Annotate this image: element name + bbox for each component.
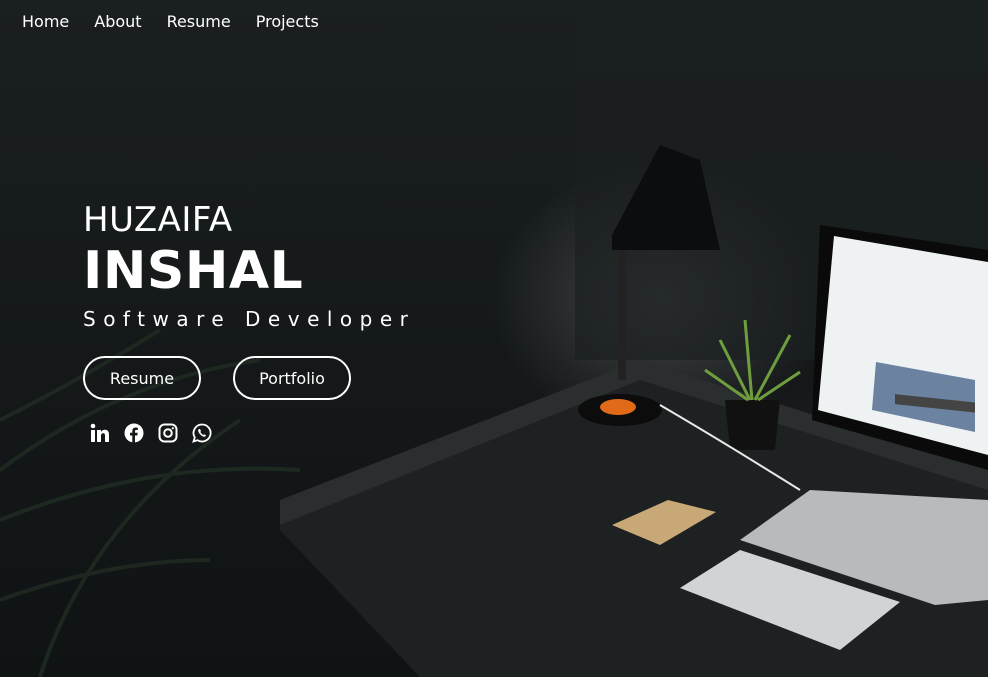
linkedin-icon[interactable] — [89, 422, 111, 444]
facebook-icon[interactable] — [123, 422, 145, 444]
nav-projects-link[interactable]: Projects — [256, 11, 319, 33]
portfolio-button[interactable]: Portfolio — [233, 356, 351, 400]
nav-about-link[interactable]: About — [94, 11, 141, 33]
nav-resume-link[interactable]: Resume — [167, 11, 231, 33]
whatsapp-icon[interactable] — [191, 422, 213, 444]
nav-home-link[interactable]: Home — [22, 11, 69, 33]
instagram-icon[interactable] — [157, 422, 179, 444]
resume-button[interactable]: Resume — [83, 356, 201, 400]
top-nav: Home About Resume Projects — [22, 11, 319, 33]
first-name-heading: HUZAIFA — [83, 200, 233, 240]
hero-buttons: Resume Portfolio — [83, 356, 415, 400]
role-subtitle: Software Developer — [83, 307, 416, 331]
last-name-heading: INSHAL — [83, 241, 304, 301]
social-links — [89, 422, 415, 444]
hero-section: HUZAIFA INSHAL Software Developer Resume… — [83, 200, 415, 444]
